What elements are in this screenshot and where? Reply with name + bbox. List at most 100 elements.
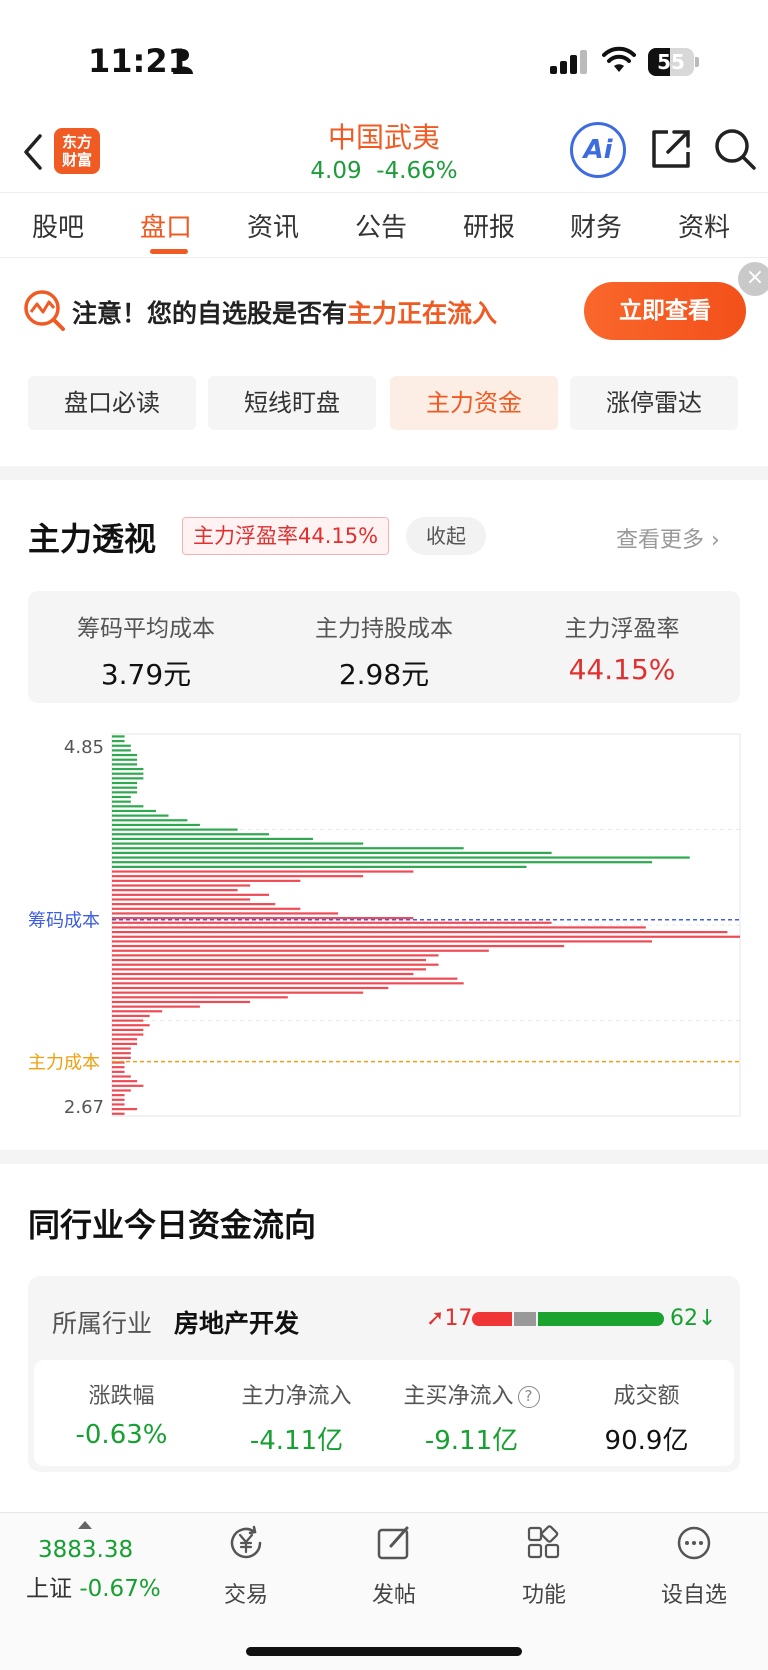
subtab-short-term[interactable]: 短线盯盘 — [208, 376, 376, 430]
chip-bar — [112, 809, 156, 813]
industry-name[interactable]: 房地产开发 — [174, 1304, 299, 1340]
industry-card: 所属行业 房地产开发 ➚17 62↓ 涨跌幅 -0.63% 主力净流入 -4.1… — [28, 1276, 740, 1472]
chip-bar — [112, 1038, 138, 1041]
chip-bar — [112, 833, 269, 836]
tab-guba[interactable]: 股吧 — [32, 207, 84, 244]
chip-bar — [112, 1000, 251, 1004]
chip-bar — [112, 921, 552, 924]
stat-main-profit-rate: 主力浮盈率 44.15% — [564, 616, 680, 686]
chip-bar — [112, 767, 144, 771]
ai-assistant-icon[interactable]: Ai — [570, 122, 626, 178]
chip-bar — [112, 1066, 125, 1069]
chip-bar — [112, 1112, 125, 1115]
chip-bar — [112, 940, 653, 943]
radar-chart-icon — [24, 290, 65, 331]
chip-bar — [112, 1094, 125, 1097]
section-title-main-force: 主力透视 — [28, 520, 157, 558]
rising-count: ➚17 — [426, 1306, 473, 1331]
view-now-button[interactable]: 立即查看 — [584, 282, 746, 340]
index-ticker[interactable]: 上证 -0.67% — [26, 1569, 161, 1603]
stock-change: -4.66% — [376, 158, 458, 184]
chip-bar — [112, 893, 269, 896]
cost-stats-card: 筹码平均成本 3.79元 主力持股成本 2.98元 主力浮盈率 44.15% — [28, 591, 740, 703]
profit-rate-badge: 主力浮盈率44.15% — [182, 517, 390, 555]
chip-bar — [112, 795, 131, 799]
chip-bar — [112, 828, 238, 831]
tab-profile[interactable]: 资料 — [678, 207, 730, 244]
search-icon[interactable] — [712, 126, 758, 172]
chip-bar — [112, 763, 138, 766]
chip-bar — [112, 739, 125, 743]
nav-post[interactable]: 发帖 — [344, 1523, 444, 1609]
rising-bar — [472, 1312, 512, 1326]
chip-bar — [112, 837, 313, 841]
industry-main-inflow: 主力净流入 -4.11亿 — [241, 1384, 352, 1456]
edit-icon — [377, 1526, 409, 1560]
y-tick-label: 4.85 — [64, 737, 104, 758]
chip-bar — [112, 1108, 138, 1111]
banner-message: 注意！您的自选股是否有主力正在流入 — [72, 299, 498, 328]
more-icon — [677, 1526, 711, 1560]
subtab-must-read[interactable]: 盘口必读 — [28, 376, 196, 430]
nav-add-watchlist[interactable]: 设自选 — [644, 1523, 744, 1609]
chip-bar — [112, 917, 414, 920]
tab-research[interactable]: 研报 — [463, 207, 515, 244]
chip-bar — [112, 912, 339, 915]
chip-bar — [112, 879, 301, 882]
industry-label: 所属行业 — [52, 1309, 153, 1338]
chip-bar — [112, 753, 138, 757]
cost-line-label: 筹码成本 — [28, 911, 100, 932]
falling-bar — [538, 1312, 664, 1326]
close-icon[interactable]: × — [738, 262, 768, 296]
chip-bar — [112, 758, 138, 761]
chip-bar — [112, 875, 364, 878]
collapse-button[interactable]: 收起 — [406, 517, 486, 555]
chip-bar — [112, 986, 389, 990]
nav-trade[interactable]: 交易 — [196, 1523, 296, 1609]
chip-bar — [112, 898, 251, 901]
tab-finance[interactable]: 财务 — [570, 207, 622, 244]
section-divider — [0, 466, 768, 480]
tab-pankou[interactable]: 盘口 — [140, 207, 192, 244]
battery-icon: 55 — [648, 48, 700, 76]
chip-bar — [112, 889, 238, 892]
view-more-link[interactable]: 查看更多 › — [616, 522, 720, 554]
chip-bar — [112, 1084, 144, 1087]
chip-bar — [112, 1080, 138, 1083]
chip-bar — [112, 749, 131, 752]
chip-bar — [112, 777, 144, 780]
subtab-main-funds[interactable]: 主力资金 — [390, 376, 558, 430]
falling-count: 62↓ — [670, 1306, 717, 1331]
share-icon[interactable] — [648, 126, 694, 172]
chip-bar — [112, 1098, 125, 1101]
chip-bar — [112, 907, 301, 910]
chip-bar — [112, 1047, 131, 1050]
chip-bar — [112, 814, 169, 817]
nav-features[interactable]: 功能 — [494, 1523, 594, 1609]
app-header: 东方 财富 中国武夷 4.09 -4.66% Ai — [0, 112, 768, 192]
tab-news[interactable]: 资讯 — [247, 207, 299, 244]
caret-up-icon[interactable] — [78, 1521, 92, 1529]
help-icon[interactable]: ? — [517, 1386, 540, 1408]
chip-bar — [112, 786, 138, 789]
stat-avg-chip-cost: 筹码平均成本 3.79元 — [77, 616, 215, 691]
chip-bar — [112, 963, 439, 966]
chip-bar — [112, 805, 144, 808]
chip-bar — [112, 856, 690, 859]
down-arrow-icon: ↓ — [698, 1306, 717, 1331]
chip-bar — [112, 1005, 200, 1008]
chip-bar — [112, 800, 131, 803]
chip-bar — [112, 926, 646, 929]
cost-line-label: 主力成本 — [28, 1053, 100, 1074]
chip-bar — [112, 884, 251, 887]
promo-banner[interactable]: 注意！您的自选股是否有主力正在流入 立即查看 × — [0, 262, 768, 358]
chip-bar — [112, 865, 527, 868]
tab-announcement[interactable]: 公告 — [355, 207, 407, 244]
subtab-limit-up-radar[interactable]: 涨停雷达 — [570, 376, 738, 430]
chip-bar — [112, 870, 414, 873]
yen-icon — [230, 1525, 262, 1559]
index-value[interactable]: 3883.38 — [38, 1537, 133, 1563]
chip-bar — [112, 1028, 144, 1032]
up-arrow-icon: ➚ — [426, 1306, 445, 1331]
signal-icon — [550, 50, 587, 74]
